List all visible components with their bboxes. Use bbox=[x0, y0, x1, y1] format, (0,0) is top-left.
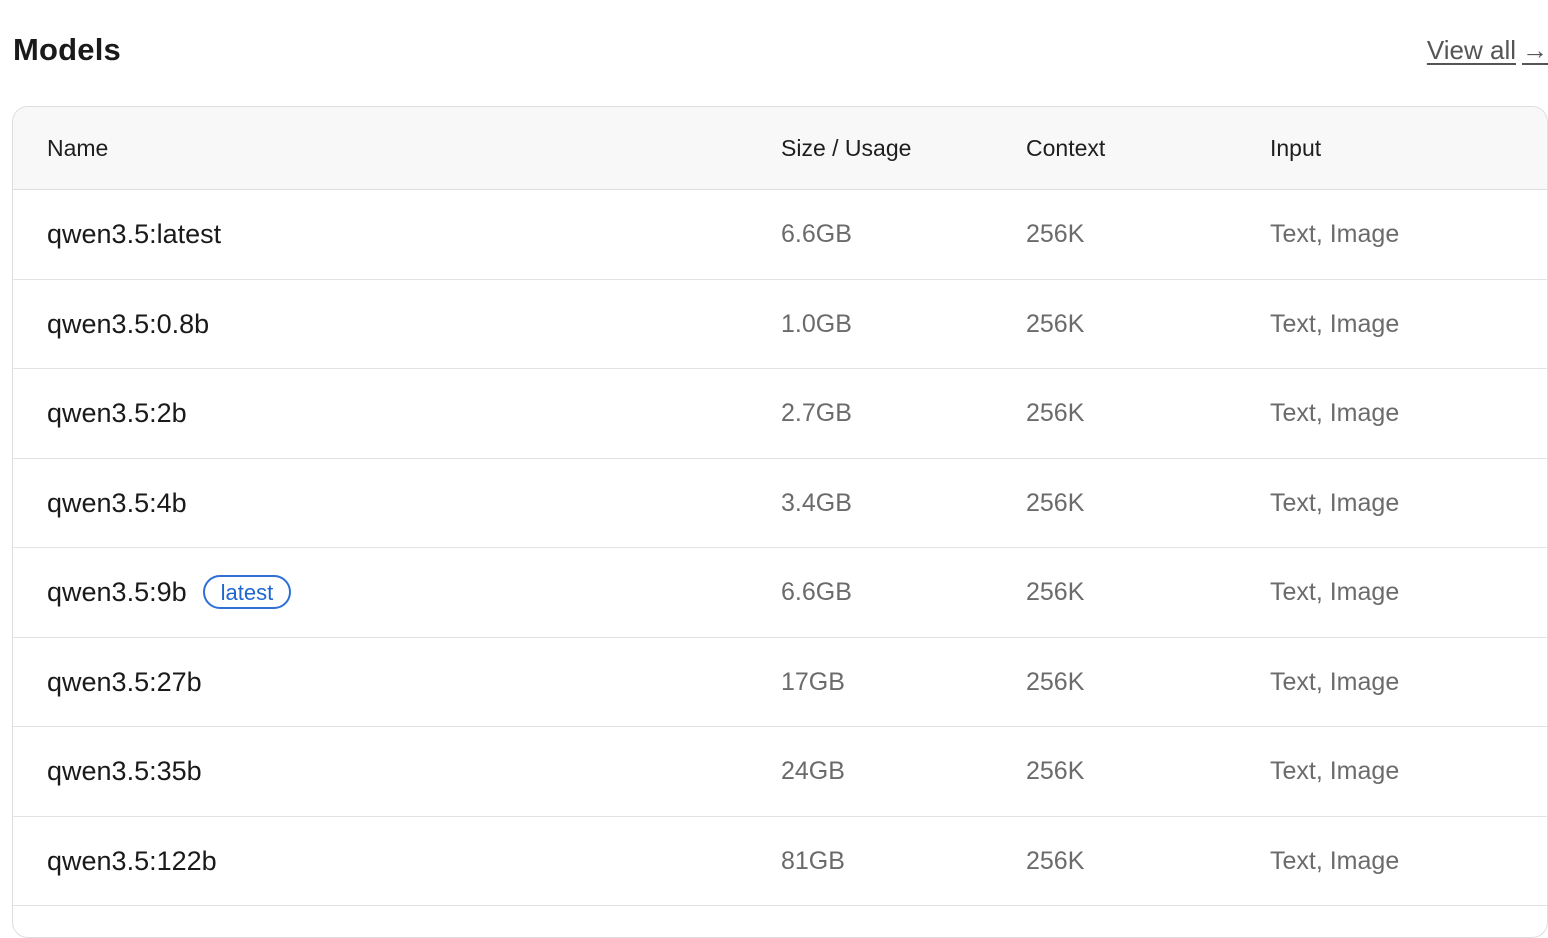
model-size: 2.7GB bbox=[781, 399, 852, 427]
model-context: 256K bbox=[1026, 309, 1085, 338]
model-context: 256K bbox=[1026, 578, 1085, 606]
column-header-name: Name bbox=[47, 135, 109, 161]
models-table: Name Size / Usage Context Input qwen3.5:… bbox=[12, 106, 1548, 938]
model-size: 3.4GB bbox=[781, 488, 852, 517]
table-row[interactable]: qwen3.5:9b latest 6.6GB 256K Text, Image bbox=[13, 548, 1547, 638]
column-header-size-usage: Size / Usage bbox=[781, 135, 912, 161]
model-input: Text, Image bbox=[1270, 220, 1400, 248]
model-size: 6.6GB bbox=[781, 578, 852, 606]
model-context: 256K bbox=[1026, 488, 1085, 517]
model-input: Text, Image bbox=[1270, 578, 1400, 606]
table-row[interactable]: qwen3.5:2b 2.7GB 256K Text, Image bbox=[13, 369, 1547, 459]
table-row[interactable]: qwen3.5:27b 17GB 256K Text, Image bbox=[13, 638, 1547, 727]
table-row[interactable]: qwen3.5:4b 3.4GB 256K Text, Image bbox=[13, 459, 1547, 548]
model-name-cell: qwen3.5:4b bbox=[47, 485, 187, 521]
model-name: qwen3.5:2b bbox=[47, 398, 187, 428]
models-section-header: Models View all → bbox=[13, 28, 1548, 76]
model-name-cell: qwen3.5:122b bbox=[47, 843, 217, 879]
model-input: Text, Image bbox=[1270, 757, 1400, 785]
table-row[interactable]: qwen3.5:122b 81GB 256K Text, Image bbox=[13, 817, 1547, 906]
model-name: qwen3.5:0.8b bbox=[47, 308, 210, 339]
table-row[interactable]: qwen3.5:latest 6.6GB 256K Text, Image bbox=[13, 190, 1547, 280]
model-name: qwen3.5:122b bbox=[47, 845, 217, 876]
model-size: 1.0GB bbox=[781, 309, 852, 338]
model-name-cell: qwen3.5:latest bbox=[47, 216, 221, 252]
section-title: Models bbox=[13, 32, 121, 67]
table-row[interactable]: qwen3.5:0.8b 1.0GB 256K Text, Image bbox=[13, 280, 1547, 369]
view-all-label: View all bbox=[1426, 35, 1516, 65]
model-name-cell: qwen3.5:35b bbox=[47, 753, 202, 789]
model-input: Text, Image bbox=[1270, 399, 1400, 427]
table-row[interactable]: qwen3.5:35b 24GB 256K Text, Image bbox=[13, 727, 1547, 817]
model-name: qwen3.5:9b bbox=[47, 577, 187, 607]
column-header-context: Context bbox=[1026, 135, 1106, 161]
model-name: qwen3.5:4b bbox=[47, 487, 187, 518]
model-input: Text, Image bbox=[1270, 846, 1400, 875]
latest-badge: latest bbox=[202, 575, 292, 609]
model-size: 24GB bbox=[781, 757, 845, 785]
model-size: 6.6GB bbox=[781, 220, 852, 248]
model-name-cell: qwen3.5:27b bbox=[47, 664, 202, 700]
model-context: 256K bbox=[1026, 399, 1085, 427]
model-size: 81GB bbox=[781, 846, 845, 875]
model-name-cell: qwen3.5:0.8b bbox=[47, 306, 209, 342]
model-input: Text, Image bbox=[1270, 309, 1400, 338]
model-name: qwen3.5:35b bbox=[47, 756, 202, 786]
model-size: 17GB bbox=[781, 667, 845, 696]
view-all-link[interactable]: View all → bbox=[1427, 32, 1548, 68]
model-context: 256K bbox=[1026, 220, 1085, 248]
model-context: 256K bbox=[1026, 667, 1085, 696]
model-name: qwen3.5:27b bbox=[47, 666, 202, 697]
model-context: 256K bbox=[1026, 846, 1085, 875]
model-context: 256K bbox=[1026, 757, 1085, 785]
model-name-cell: qwen3.5:9b latest bbox=[47, 574, 292, 610]
model-input: Text, Image bbox=[1270, 667, 1400, 696]
models-page: Models View all → Name Size / Usage Conte… bbox=[0, 0, 1548, 938]
table-header: Name Size / Usage Context Input bbox=[13, 107, 1547, 190]
model-name-cell: qwen3.5:2b bbox=[47, 395, 187, 431]
arrow-right-icon: → bbox=[1522, 35, 1548, 65]
column-header-input: Input bbox=[1270, 135, 1322, 161]
model-name: qwen3.5:latest bbox=[47, 219, 222, 249]
model-input: Text, Image bbox=[1270, 488, 1400, 517]
